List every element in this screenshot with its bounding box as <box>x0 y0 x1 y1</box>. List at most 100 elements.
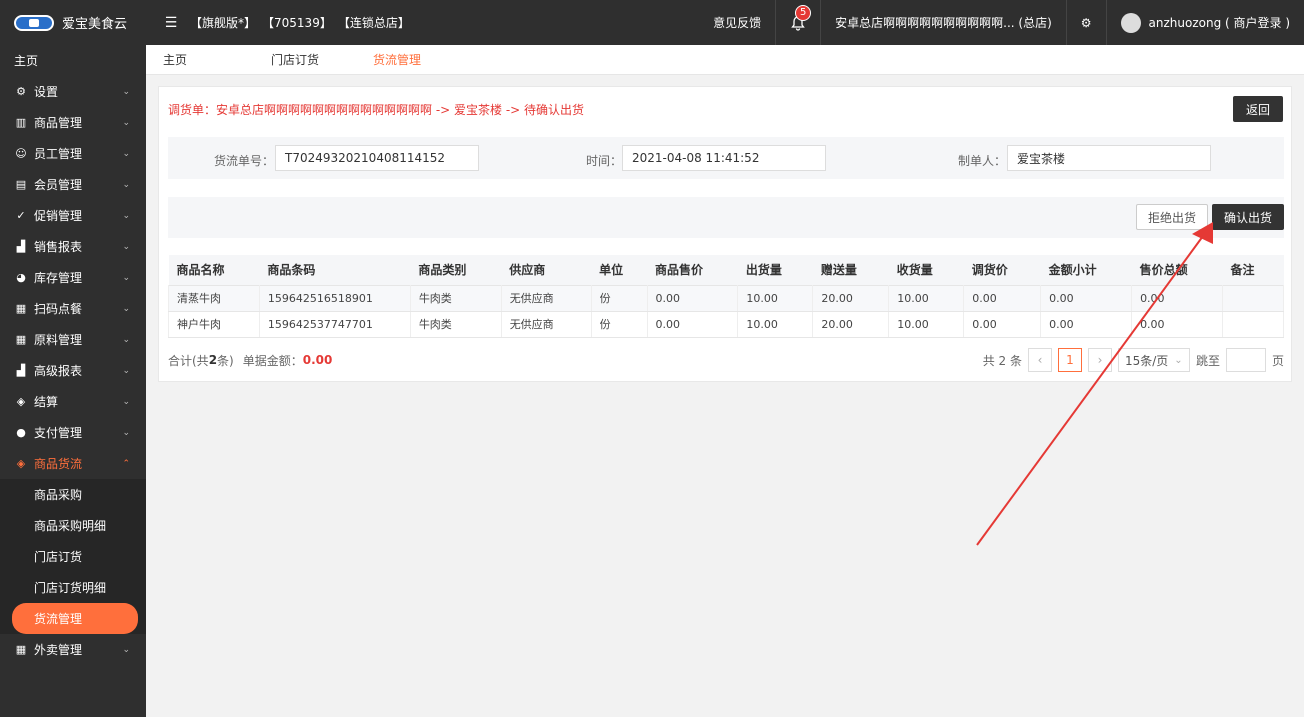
back-button[interactable]: 返回 <box>1233 96 1283 122</box>
table-cell: 159642537747701 <box>259 310 411 338</box>
chart-icon: ▟ <box>16 240 26 253</box>
feedback-link[interactable]: 意见反馈 <box>699 0 775 45</box>
sidebar-item-staff[interactable]: ☺ 员工管理 ⌄ <box>0 138 146 169</box>
total-suffix: 条) <box>217 353 234 368</box>
sidebar-item-members[interactable]: ▤ 会员管理 ⌄ <box>0 169 146 200</box>
table-cell: 份 <box>591 310 648 338</box>
sidebar-item-label: 库存管理 <box>34 271 83 285</box>
transfer-route: 调货单：安卓总店啊啊啊啊啊啊啊啊啊啊啊啊啊啊 -> 爱宝茶楼 -> 待确认出货 <box>168 103 585 117</box>
table-cell: 10.00 <box>737 310 814 338</box>
time-field[interactable]: 2021-04-08 11:41:52 <box>622 145 826 171</box>
table-cell: 0.00 <box>647 310 739 338</box>
col-header: 商品条码 <box>259 255 411 285</box>
settings-button[interactable]: ⚙ <box>1065 0 1106 45</box>
jump-page-input[interactable] <box>1225 348 1266 372</box>
store-type-tag: 【连锁总店】 <box>337 16 410 30</box>
table-cell: 20.00 <box>812 284 890 312</box>
user-menu[interactable]: anzhuozong ( 商户登录 ) <box>1105 0 1304 45</box>
submenu-item-goods-flow-management[interactable]: 货流管理 <box>12 603 138 634</box>
sidebar-item-materials[interactable]: ▦ 原料管理 ⌄ <box>0 324 146 355</box>
sidebar-item-promotion[interactable]: ✓ 促销管理 ⌄ <box>0 200 146 231</box>
confirm-shipment-button[interactable]: 确认出货 <box>1212 204 1284 230</box>
chevron-down-icon: ⌄ <box>122 179 130 190</box>
chevron-down-icon: ⌄ <box>122 117 130 128</box>
sidebar-item-scan-order[interactable]: ▦ 扫码点餐 ⌄ <box>0 293 146 324</box>
col-header: 赠送量 <box>812 255 889 285</box>
tab-goods-flow[interactable]: 货流管理 <box>356 51 438 68</box>
chevron-down-icon: ⌄ <box>122 334 130 345</box>
tab-store-order[interactable]: 门店订货 <box>254 51 336 68</box>
next-page-button[interactable]: › <box>1087 348 1112 372</box>
table-row[interactable]: 清蒸牛肉 159642516518901 牛肉类 无供应商 份 0.00 10.… <box>168 284 1285 312</box>
avatar <box>1120 12 1141 33</box>
prev-page-button[interactable]: ‹ <box>1027 348 1052 372</box>
sidebar-item-goods-flow[interactable]: ◈ 商品货流 ⌃ <box>0 448 146 479</box>
table-cell <box>1222 310 1285 338</box>
sidebar-item-settlement[interactable]: ◈ 结算 ⌄ <box>0 386 146 417</box>
order-no-field[interactable]: T70249320210408114152 <box>275 145 479 171</box>
col-header: 售价总额 <box>1131 255 1223 285</box>
total-prefix: 合计(共 <box>168 353 209 368</box>
sidebar-item-home[interactable]: 主页 <box>0 45 146 76</box>
chevron-down-icon: ⌄ <box>122 365 130 376</box>
table-cell <box>1222 284 1285 312</box>
store-icon: ▦ <box>15 302 27 315</box>
table-cell: 159642516518901 <box>259 284 411 312</box>
sidebar-item-label: 原料管理 <box>34 333 83 347</box>
submenu-item-purchase[interactable]: 商品采购 <box>0 479 146 510</box>
action-row: 拒绝出货 确认出货 <box>168 197 1284 238</box>
gear-icon: ⚙ <box>16 85 26 98</box>
menu-toggle-icon[interactable]: ☰ <box>158 15 184 31</box>
sidebar-item-takeout[interactable]: ▦ 外卖管理 ⌄ <box>0 634 146 665</box>
table-row[interactable]: 神户牛肉 159642537747701 牛肉类 无供应商 份 0.00 10.… <box>168 310 1285 338</box>
sidebar-item-label: 设置 <box>34 85 59 99</box>
chevron-up-icon: ⌃ <box>122 458 130 469</box>
store-name[interactable]: 安卓总店啊啊啊啊啊啊啊啊啊啊... (总店) <box>820 0 1066 45</box>
submenu-item-store-order[interactable]: 门店订货 <box>0 541 146 572</box>
table-cell: 份 <box>591 284 648 312</box>
brand-name: 爱宝美食云 <box>62 17 128 32</box>
col-header: 单位 <box>591 255 648 285</box>
order-info-row: 货流单号： T70249320210408114152 时间： 2021-04-… <box>168 137 1284 179</box>
sidebar-item-label: 促销管理 <box>34 209 83 223</box>
maker-field[interactable]: 爱宝茶楼 <box>1007 145 1211 171</box>
chevron-down-icon: ⌄ <box>122 427 130 438</box>
total-count: 2 <box>208 353 218 367</box>
sidebar-item-sales-report[interactable]: ▟ 销售报表 ⌄ <box>0 231 146 262</box>
sidebar-item-payment[interactable]: ● 支付管理 ⌄ <box>0 417 146 448</box>
notification-badge: 5 <box>795 4 812 21</box>
pay-icon: ● <box>16 426 26 439</box>
sidebar-item-advanced-report[interactable]: ▟ 高级报表 ⌄ <box>0 355 146 386</box>
maker-label: 制单人： <box>958 154 1007 168</box>
tab-home[interactable]: 主页 <box>146 51 204 68</box>
order-no-label: 货流单号： <box>214 154 275 168</box>
col-header: 商品售价 <box>647 255 738 285</box>
notification-button[interactable]: 5 <box>775 0 820 45</box>
col-header: 供应商 <box>501 255 592 285</box>
table-cell: 无供应商 <box>501 284 592 312</box>
sidebar-item-inventory[interactable]: ◕ 库存管理 ⌄ <box>0 262 146 293</box>
table-cell: 无供应商 <box>501 310 592 338</box>
settle-icon: ◈ <box>16 395 26 408</box>
submenu-item-purchase-detail[interactable]: 商品采购明细 <box>0 510 146 541</box>
logo-icon <box>14 14 54 31</box>
brand-logo[interactable]: 爱宝美食云 <box>0 0 146 45</box>
reject-shipment-button[interactable]: 拒绝出货 <box>1136 204 1208 230</box>
chevron-down-icon: ⌄ <box>122 148 130 159</box>
table-cell: 0.00 <box>963 284 1042 312</box>
chevron-down-icon: ⌄ <box>122 210 130 221</box>
top-bar: 爱宝美食云 ☰ 【旗舰版*】 【705139】 【连锁总店】 意见反馈 5 安卓… <box>0 0 1304 45</box>
sidebar-item-goods[interactable]: ▥ 商品管理 ⌄ <box>0 107 146 138</box>
col-header: 调货价 <box>963 255 1041 285</box>
table-cell: 0.00 <box>1131 310 1223 338</box>
sidebar-item-settings[interactable]: ⚙ 设置 ⌄ <box>0 76 146 107</box>
merchant-id-tag: 【705139】 <box>262 16 332 30</box>
user-name: anzhuozong ( 商户登录 ) <box>1148 16 1290 30</box>
table-cell: 0.00 <box>1040 310 1133 338</box>
submenu-item-store-order-detail[interactable]: 门店订货明细 <box>0 572 146 603</box>
bell-icon: 5 <box>790 4 812 31</box>
page-number[interactable]: 1 <box>1057 348 1082 372</box>
table-cell: 牛肉类 <box>410 284 502 312</box>
table-header-row: 商品名称 商品条码 商品类别 供应商 单位 商品售价 出货量 赠送量 收货量 调… <box>168 255 1284 285</box>
page-size-select[interactable]: 15条/页 ⌄ <box>1117 348 1190 372</box>
